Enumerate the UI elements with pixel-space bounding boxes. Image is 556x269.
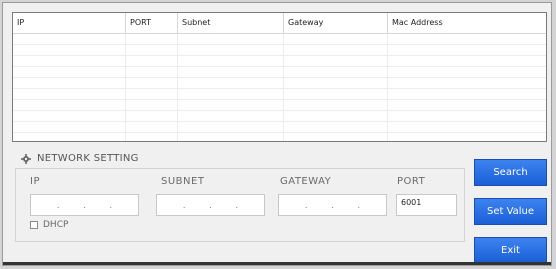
table-cell [284,67,388,77]
column-header-port[interactable]: PORT [126,13,178,33]
table-cell [388,100,546,110]
table-row[interactable] [13,100,546,111]
table-cell [178,67,284,77]
table-cell [126,133,178,141]
table-cell [178,133,284,141]
table-cell [178,89,284,99]
table-cell [284,111,388,121]
table-row[interactable] [13,34,546,45]
table-cell [284,89,388,99]
table-cell [284,34,388,44]
table-cell [388,56,546,66]
table-cell [178,122,284,132]
subnet-octet-dot: . [235,200,239,210]
table-cell [178,45,284,55]
gear-icon [21,153,31,164]
table-row[interactable] [13,67,546,78]
table-cell [13,122,126,132]
set-value-button[interactable]: Set Value [474,198,547,225]
table-cell [178,100,284,110]
ip-octet-dot: . [83,200,86,210]
column-header-mac-address[interactable]: Mac Address [388,13,546,33]
table-cell [284,133,388,141]
gateway-octet-dot: . [331,200,334,210]
network-setting-title: NETWORK SETTING [37,153,139,164]
table-cell [284,100,388,110]
table-cell [126,100,178,110]
table-cell [284,78,388,88]
gateway-field[interactable]: . . . [278,194,387,216]
dhcp-label: DHCP [43,220,69,230]
table-cell [126,111,178,121]
table-cell [284,56,388,66]
subnet-label: SUBNET [161,176,205,187]
dhcp-option[interactable]: DHCP [30,220,68,230]
table-cell [13,111,126,121]
table-cell [388,45,546,55]
table-cell [178,111,284,121]
table-row[interactable] [13,111,546,122]
table-cell [388,67,546,77]
column-header-subnet[interactable]: Subnet [178,13,284,33]
port-field[interactable]: 6001 [396,194,457,216]
table-cell [13,45,126,55]
table-cell [126,78,178,88]
table-cell [13,100,126,110]
subnet-field[interactable]: . . . [156,194,265,216]
table-cell [284,45,388,55]
table-cell [126,56,178,66]
table-cell [126,122,178,132]
table-cell [13,133,126,141]
table-cell [178,78,284,88]
table-cell [13,67,126,77]
table-cell [388,122,546,132]
table-cell [13,56,126,66]
table-cell [13,34,126,44]
table-cell [126,45,178,55]
table-cell [126,67,178,77]
gateway-label: GATEWAY [280,176,332,187]
table-cell [388,78,546,88]
table-body [13,34,546,141]
table-cell [388,111,546,121]
table-row[interactable] [13,122,546,133]
column-header-gateway[interactable]: Gateway [284,13,388,33]
table-cell [178,34,284,44]
network-setting-heading: NETWORK SETTING [21,153,139,164]
dhcp-checkbox[interactable] [30,221,38,229]
table-row[interactable] [13,89,546,100]
table-cell [178,56,284,66]
table-row[interactable] [13,45,546,56]
search-button[interactable]: Search [474,159,547,186]
column-header-ip[interactable]: IP [13,13,126,33]
ip-octet-dot: . [109,200,113,210]
table-cell [388,133,546,141]
exit-button[interactable]: Exit [474,237,547,264]
table-cell [13,78,126,88]
table-cell [126,34,178,44]
device-table[interactable]: IP PORT Subnet Gateway Mac Address [12,12,547,142]
subnet-octet-dot: . [182,200,186,210]
table-row[interactable] [13,133,546,141]
port-label: PORT [397,176,426,187]
table-row[interactable] [13,78,546,89]
table-cell [284,122,388,132]
table-row[interactable] [13,56,546,67]
subnet-octet-dot: . [209,200,212,210]
ip-label: IP [30,176,40,187]
gateway-octet-dot: . [304,200,308,210]
table-cell [13,89,126,99]
window-bottom-border [3,262,551,265]
ip-octet-dot: . [56,200,60,210]
gateway-octet-dot: . [357,200,361,210]
table-cell [126,89,178,99]
app-window: IP PORT Subnet Gateway Mac Address NETWO… [2,2,552,266]
table-cell [388,34,546,44]
table-header: IP PORT Subnet Gateway Mac Address [13,13,546,34]
table-cell [388,89,546,99]
ip-address-field[interactable]: . . . [30,194,139,216]
